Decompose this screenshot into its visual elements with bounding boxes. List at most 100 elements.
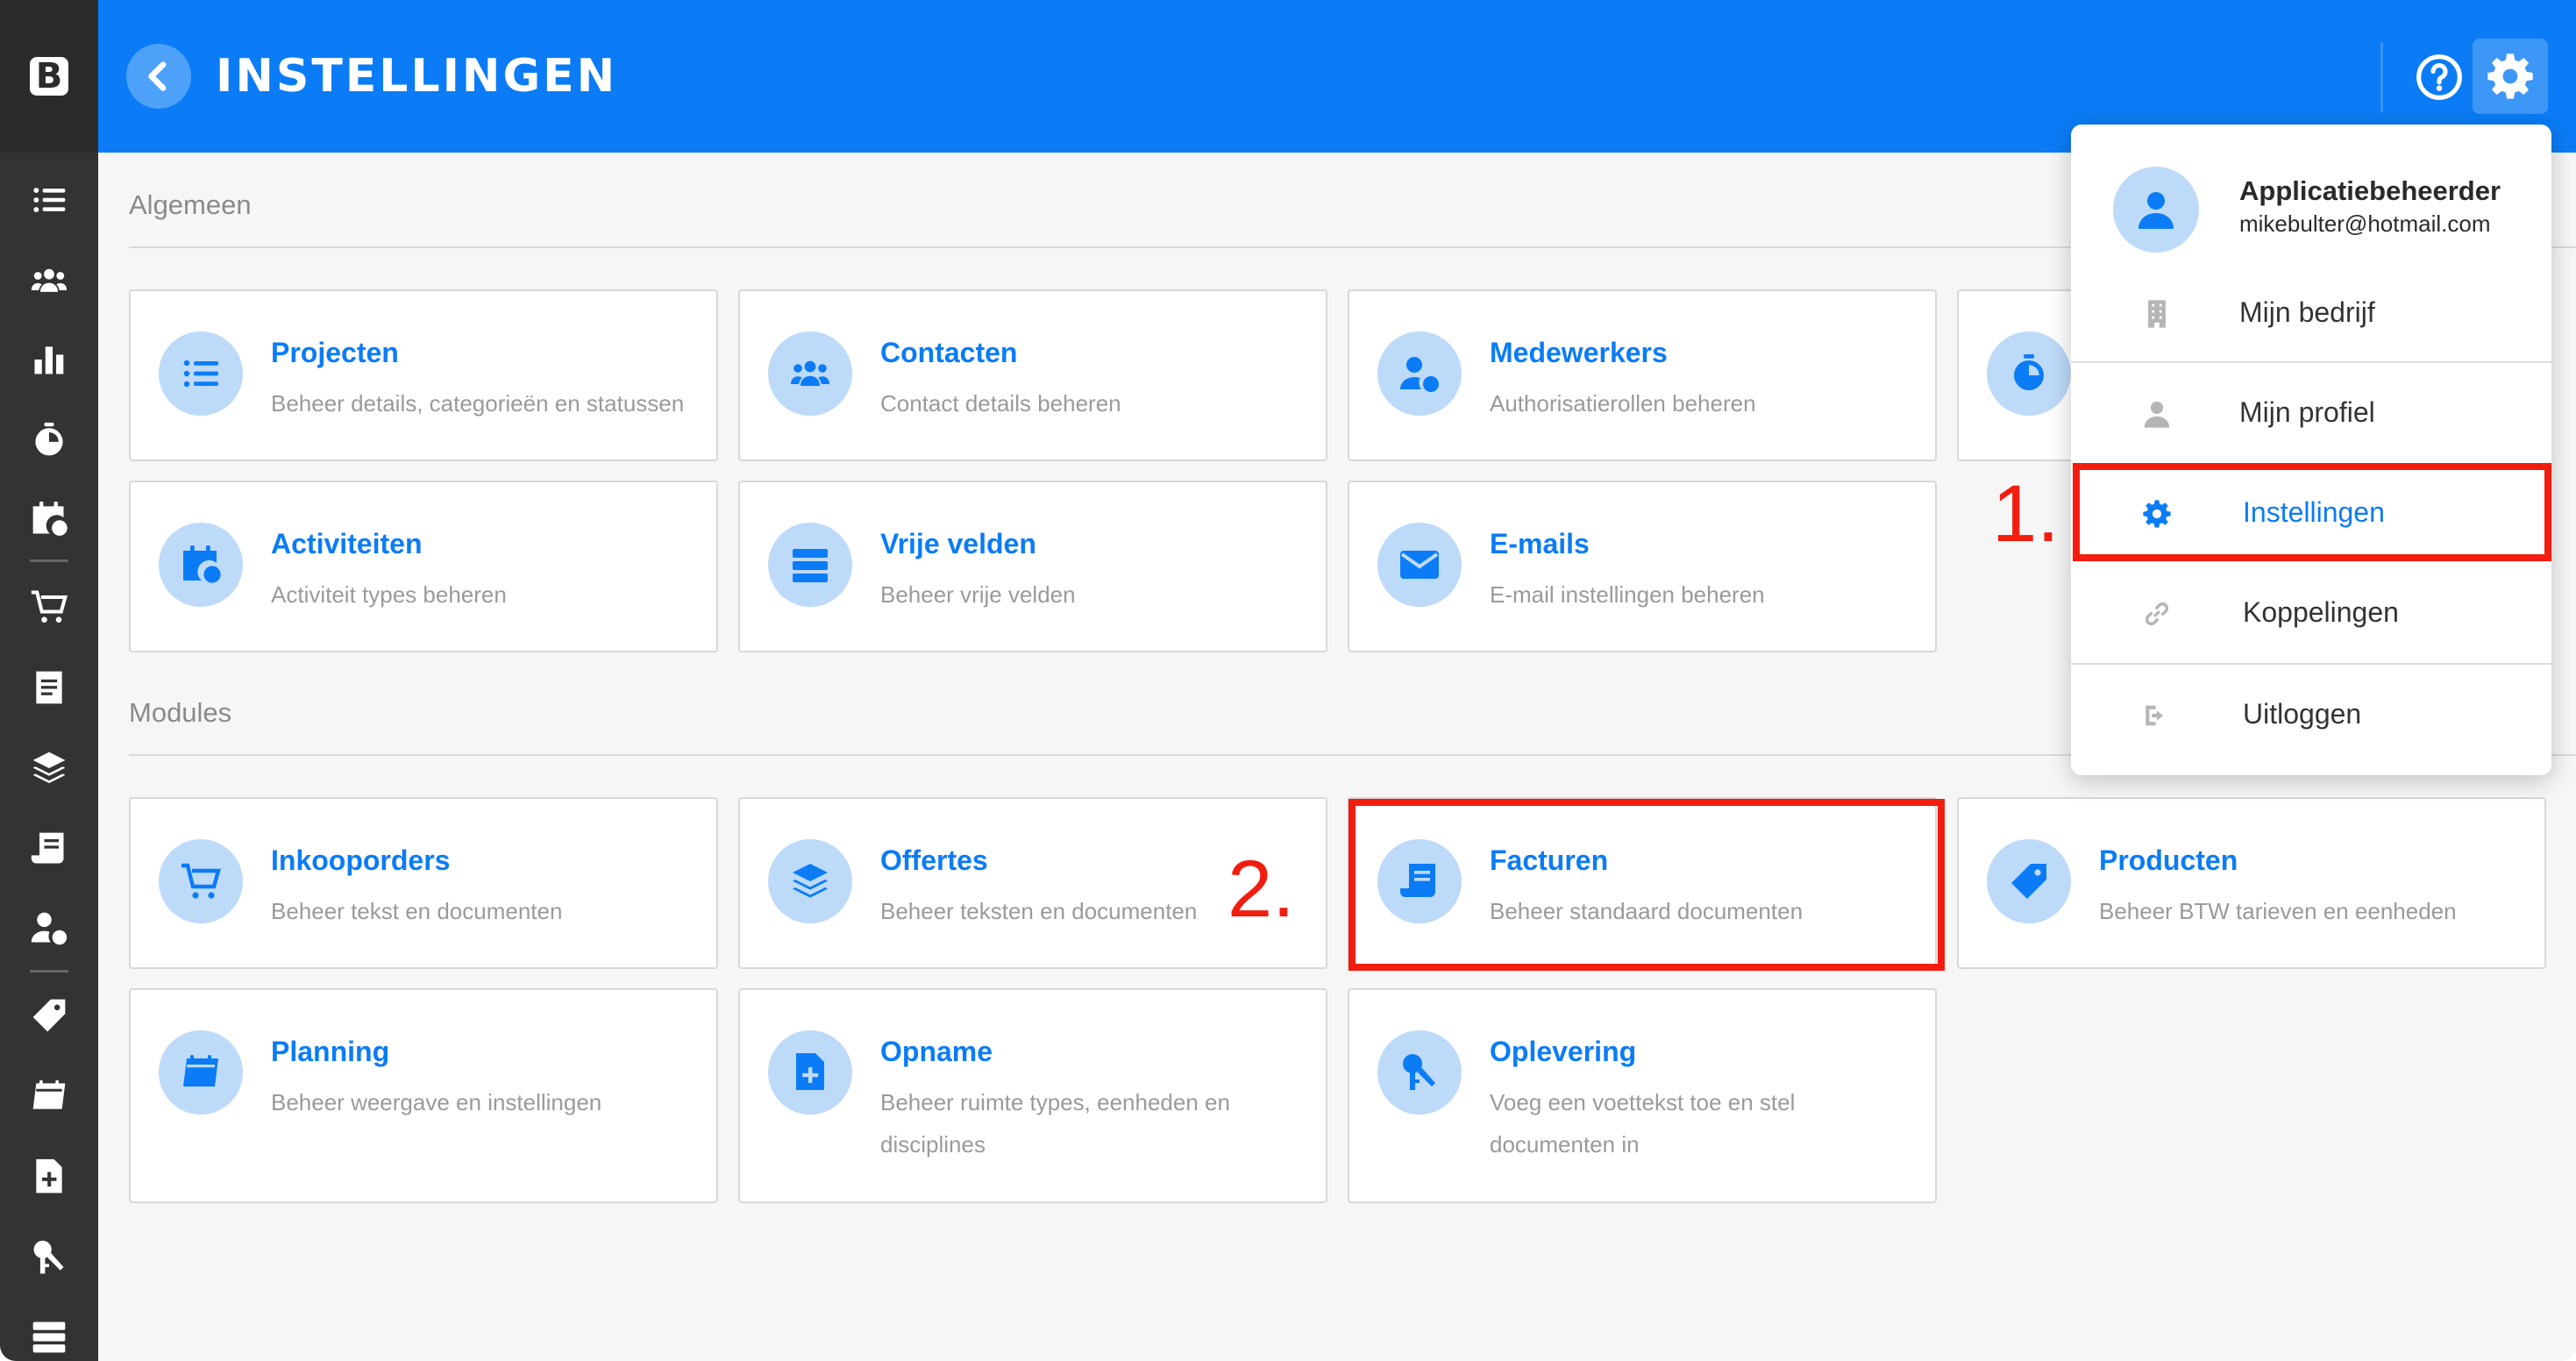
sidebar-item-opname[interactable] bbox=[28, 1156, 70, 1198]
card-description: Beheer details, categorieën en statussen bbox=[271, 390, 685, 417]
card-description: Beheer ruimte types, eenheden en discipl… bbox=[880, 1089, 1230, 1158]
card-emails[interactable]: E-mails E-mail instellingen beheren bbox=[1348, 481, 1937, 652]
calendar-check-icon bbox=[183, 545, 221, 583]
annotation-box-instellingen bbox=[2073, 463, 2551, 561]
menu-item-mijn-bedrijf[interactable]: Mijn bedrijf bbox=[2071, 265, 2551, 361]
sidebar-item-offertes[interactable] bbox=[28, 747, 70, 789]
back-button[interactable] bbox=[126, 44, 191, 109]
card-activiteiten[interactable]: Activiteiten Activiteit types beheren bbox=[129, 481, 718, 652]
card-description: Beheer vrije velden bbox=[880, 581, 1076, 608]
sidebar-item-facturen[interactable] bbox=[28, 828, 70, 870]
menu-item-label: Mijn bedrijf bbox=[2239, 296, 2375, 328]
card-icon-circle bbox=[1377, 331, 1462, 416]
user-percent-icon bbox=[31, 912, 68, 945]
card-oplevering[interactable]: Oplevering Voeg een voettekst toe en ste… bbox=[1348, 988, 1937, 1203]
sidebar-item-offertes-doc[interactable] bbox=[28, 666, 70, 709]
card-title: Opname bbox=[880, 1036, 993, 1067]
card-title: Projecten bbox=[271, 337, 399, 368]
annotation-box-facturen bbox=[1348, 799, 1945, 971]
sidebar-item-medewerkers[interactable] bbox=[28, 907, 70, 949]
card-icon-circle bbox=[159, 331, 243, 416]
card-description: E-mail instellingen beheren bbox=[1490, 581, 1765, 608]
envelope-icon bbox=[1400, 551, 1439, 579]
sidebar-item-oplevering[interactable] bbox=[28, 1236, 70, 1279]
menu-divider bbox=[2071, 361, 2551, 363]
sidebar: B bbox=[0, 0, 98, 1361]
card-opname[interactable]: Opname Beheer ruimte types, eenheden en … bbox=[738, 988, 1327, 1203]
server-icon bbox=[32, 1322, 66, 1353]
menu-item-label: Uitloggen bbox=[2243, 698, 2362, 730]
card-icon-circle bbox=[159, 1030, 243, 1115]
card-icon-circle bbox=[1987, 839, 2071, 923]
app-logo[interactable]: B bbox=[0, 0, 98, 153]
card-title: Offertes bbox=[880, 844, 988, 876]
keys-icon bbox=[1403, 1054, 1435, 1090]
sidebar-item-planning[interactable] bbox=[28, 1075, 70, 1117]
settings-button[interactable] bbox=[2473, 39, 2548, 114]
card-icon-circle bbox=[1377, 523, 1462, 607]
building-icon bbox=[2141, 298, 2173, 330]
card-planning[interactable]: Planning Beheer weergave en instellingen bbox=[129, 988, 718, 1203]
list-icon bbox=[183, 360, 218, 388]
card-medewerkers[interactable]: Medewerkers Authorisatierollen beheren bbox=[1348, 289, 1937, 461]
card-vrije-velden[interactable]: Vrije velden Beheer vrije velden bbox=[738, 481, 1327, 652]
sidebar-item-uren[interactable] bbox=[28, 419, 70, 461]
menu-item-label: Koppelingen bbox=[2243, 596, 2399, 628]
section-title-algemeen: Algemeen bbox=[129, 189, 252, 220]
bar-chart-icon bbox=[34, 346, 64, 374]
layers-icon bbox=[32, 752, 66, 784]
chevron-left-icon bbox=[148, 61, 167, 91]
sidebar-item-meer[interactable] bbox=[28, 1315, 70, 1357]
card-title: Inkooporders bbox=[271, 844, 451, 876]
menu-item-uitloggen[interactable]: Uitloggen bbox=[2071, 666, 2551, 763]
card-projecten[interactable]: Projecten Beheer details, categorieën en… bbox=[129, 289, 718, 461]
link-icon bbox=[2141, 598, 2173, 630]
annotation-step-2: 2. bbox=[1228, 844, 1295, 934]
app-window: B INSTELLINGEN Algemeen Projecten Beheer… bbox=[0, 0, 2576, 1361]
card-title: Oplevering bbox=[1490, 1036, 1637, 1067]
card-icon-circle bbox=[768, 523, 852, 607]
menu-divider bbox=[2071, 663, 2551, 665]
user-icon bbox=[2138, 192, 2174, 229]
sidebar-item-inkooporders[interactable] bbox=[28, 586, 70, 628]
user-name: Applicatiebeheerder bbox=[2239, 175, 2501, 206]
sidebar-item-rapportage[interactable] bbox=[28, 338, 70, 381]
users-icon bbox=[31, 268, 68, 292]
menu-item-mijn-profiel[interactable]: Mijn profiel bbox=[2071, 365, 2551, 461]
stopwatch-icon bbox=[35, 422, 63, 456]
card-description: Authorisatierollen beheren bbox=[1490, 390, 1756, 417]
card-contacten[interactable]: Contacten Contact details beheren bbox=[738, 289, 1327, 461]
tag-icon bbox=[32, 999, 66, 1032]
card-description: Beheer BTW tarieven en eenheden bbox=[2099, 898, 2457, 924]
gear-icon bbox=[2487, 53, 2533, 99]
card-title: Activiteiten bbox=[271, 528, 423, 559]
keys-icon bbox=[33, 1240, 64, 1274]
sidebar-item-activiteiten[interactable] bbox=[28, 498, 70, 540]
page-title: INSTELLINGEN bbox=[216, 50, 618, 103]
document-icon bbox=[36, 671, 62, 704]
sidebar-item-producten[interactable] bbox=[28, 994, 70, 1037]
calendar-icon bbox=[183, 1055, 218, 1087]
card-inkooporders[interactable]: Inkooporders Beheer tekst en documenten bbox=[129, 797, 718, 969]
help-button[interactable] bbox=[2411, 49, 2467, 105]
cart-icon bbox=[31, 590, 68, 623]
calendar-check-icon bbox=[32, 501, 68, 536]
users-icon bbox=[791, 360, 829, 386]
card-producten[interactable]: Producten Beheer BTW tarieven en eenhede… bbox=[1957, 797, 2546, 969]
file-plus-icon bbox=[796, 1053, 824, 1090]
card-description: Beheer tekst en documenten bbox=[271, 898, 563, 924]
card-title: Producten bbox=[2099, 844, 2238, 876]
menu-item-koppelingen[interactable]: Koppelingen bbox=[2071, 565, 2551, 661]
cart-icon bbox=[181, 863, 221, 899]
tag-icon bbox=[2011, 864, 2046, 899]
card-description: Beheer weergave en instellingen bbox=[271, 1089, 602, 1115]
file-plus-icon bbox=[36, 1158, 62, 1194]
card-title: Medewerkers bbox=[1490, 337, 1668, 368]
card-icon-circle bbox=[159, 839, 243, 923]
sidebar-item-contacten[interactable] bbox=[28, 260, 70, 302]
card-description: Contact details beheren bbox=[880, 390, 1121, 417]
card-icon-circle bbox=[768, 839, 852, 923]
menu-item-label: Mijn profiel bbox=[2239, 396, 2375, 428]
sidebar-item-projecten[interactable] bbox=[28, 179, 70, 221]
user-email: mikebulter@hotmail.com bbox=[2239, 210, 2491, 237]
